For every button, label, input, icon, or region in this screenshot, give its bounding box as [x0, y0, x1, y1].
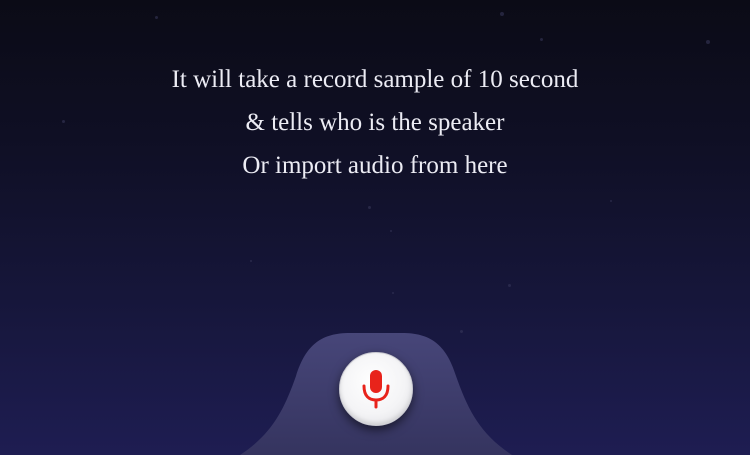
- import-audio-link[interactable]: Or import audio from here: [0, 144, 750, 187]
- instruction-line-record: It will take a record sample of 10 secon…: [171, 66, 579, 93]
- star: [610, 200, 612, 202]
- star: [390, 230, 392, 232]
- star: [500, 12, 504, 16]
- star: [368, 206, 371, 209]
- star: [706, 40, 710, 44]
- star: [392, 292, 394, 294]
- microphone-icon: [362, 370, 390, 409]
- instruction-text: It will take a record sample of 10 secon…: [0, 58, 750, 187]
- star: [508, 284, 511, 287]
- star: [155, 16, 158, 19]
- speaker-recognition-screen: It will take a record sample of 10 secon…: [0, 0, 750, 455]
- star: [540, 38, 543, 41]
- instruction-line-speaker: & tells who is the speaker: [245, 109, 505, 136]
- record-button[interactable]: [339, 352, 413, 426]
- star: [250, 260, 252, 262]
